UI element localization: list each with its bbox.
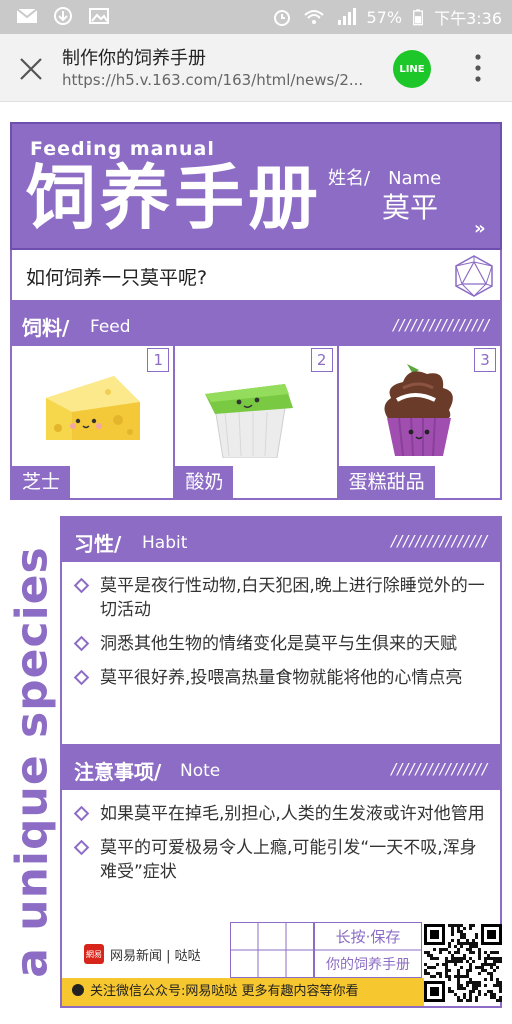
side-slogan-text: a unique species <box>6 546 58 978</box>
feed-item-yogurt: 2 酸奶 <box>175 346 339 498</box>
feed-item-number: 1 <box>147 348 170 372</box>
list-item: 莫平很好养,投喂高热量食物就能将他的心情点亮 <box>72 666 492 690</box>
feed-item-number: 2 <box>310 348 333 372</box>
side-slogan: a unique species <box>6 518 58 1006</box>
battery-percent: 57% <box>366 7 403 27</box>
wechat-icon <box>72 984 84 996</box>
list-item: 莫平是夜行性动物,白天犯困,晚上进行除睡觉外的一切活动 <box>72 574 492 622</box>
battery-icon <box>413 9 423 26</box>
note-title-en: Note <box>180 761 221 781</box>
habit-section-header: 习性/ Habit //////////////// <box>62 518 500 562</box>
note-list: 如果莫平在掉毛,别担心,人类的生发液或许对他管用 莫平的可爱极易令人上瘾,可能引… <box>72 802 492 894</box>
more-menu-icon[interactable] <box>468 52 488 84</box>
feed-item-cupcake: 3 蛋糕甜品 <box>338 346 500 498</box>
list-item-text: 如果莫平在掉毛,别担心,人类的生发液或许对他管用 <box>100 804 485 824</box>
cheese-icon <box>46 376 140 440</box>
habit-decoration: //////////////// <box>391 532 488 550</box>
diamond-bullet-icon <box>73 577 90 594</box>
list-item-text: 莫平是夜行性动物,白天犯困,晚上进行除睡觉外的一切活动 <box>100 576 485 620</box>
feed-items: 1 芝士 2 酸奶 3 蛋糕甜品 <box>10 346 502 500</box>
chevron-right-icon: » <box>474 218 485 239</box>
mail-icon <box>16 8 38 23</box>
note-section-header: 注意事项/ Note //////////////// <box>62 746 500 790</box>
diamond-bullet-icon <box>73 839 90 856</box>
habit-section: 习性/ Habit //////////////// 莫平是夜行性动物,白天犯困… <box>60 516 502 746</box>
status-bar: 57% 下午3:36 <box>0 0 512 34</box>
page-url[interactable]: https://h5.v.163.com/163/html/news/2... <box>62 71 382 89</box>
feed-decoration: //////////////// <box>393 316 490 334</box>
browser-toolbar: 制作你的饲养手册 https://h5.v.163.com/163/html/n… <box>0 34 512 102</box>
question-row: 如何饲养一只莫平呢? <box>10 250 502 302</box>
polyhedron-icon <box>455 255 493 297</box>
feed-item-label: 酸奶 <box>175 466 234 498</box>
name-label-cn: 姓名/ <box>328 168 371 189</box>
diamond-bullet-icon <box>73 805 90 822</box>
list-item: 洞悉其他生物的情绪变化是莫平与生俱来的天赋 <box>72 632 492 656</box>
note-title: 注意事项/ <box>74 760 162 784</box>
follow-text: 关注微信公众号:网易哒哒 更多有趣内容等你看 <box>90 984 359 999</box>
header-cn-title: 饲养手册 <box>26 157 322 239</box>
feed-item-cheese: 1 芝士 <box>12 346 176 498</box>
feed-item-label: 蛋糕甜品 <box>338 466 435 498</box>
feed-title: 饲料/ <box>22 316 70 340</box>
notification-icons <box>16 6 110 26</box>
note-decoration: //////////////// <box>391 760 488 778</box>
follow-banner[interactable]: 关注微信公众号:网易哒哒 更多有趣内容等你看 <box>62 978 424 1006</box>
page-title: 制作你的饲养手册 <box>62 48 206 69</box>
list-item-text: 洞悉其他生物的情绪变化是莫平与生俱来的天赋 <box>100 634 457 654</box>
diamond-bullet-icon <box>73 635 90 652</box>
save-prompt: 长按·保存 你的饲养手册 <box>314 922 422 978</box>
yogurt-icon <box>205 384 294 458</box>
habit-title: 习性/ <box>74 532 122 556</box>
feed-section-header: 饲料/ Feed //////////////// <box>10 302 502 346</box>
feed-title-en: Feed <box>90 317 131 337</box>
habit-list: 莫平是夜行性动物,白天犯困,晚上进行除睡觉外的一切活动 洞悉其他生物的情绪变化是… <box>72 574 492 700</box>
feed-item-number: 3 <box>473 348 496 372</box>
list-item-text: 莫平的可爱极易令人上瘾,可能引发“一天不吸,浑身难受”症状 <box>100 838 477 882</box>
cupcake-icon <box>384 364 453 457</box>
habit-title-en: Habit <box>142 533 188 553</box>
manual-footer: 網易 网易新闻 | 哒哒 长按·保存 你的饲养手册 关注微信公众号:网易哒哒 更… <box>60 922 502 1008</box>
list-item: 如果莫平在掉毛,别担心,人类的生发液或许对他管用 <box>72 802 492 826</box>
list-item-text: 莫平很好养,投喂高热量食物就能将他的心情点亮 <box>100 668 463 688</box>
name-value: 莫平 <box>382 191 439 224</box>
wifi-icon <box>303 10 324 24</box>
question-text: 如何饲养一只莫平呢? <box>26 267 208 289</box>
image-icon <box>89 8 109 24</box>
close-icon[interactable] <box>18 56 44 82</box>
download-icon <box>54 7 72 25</box>
manual-header: Feeding manual 饲养手册 姓名/Name 莫平 » <box>10 122 502 250</box>
grid-decoration <box>230 922 314 978</box>
save-label: 长按·保存 <box>335 928 401 946</box>
brand-logo: 網易 网易新闻 | 哒哒 <box>84 944 201 964</box>
note-section: 注意事项/ Note //////////////// 如果莫平在掉毛,别担心,… <box>60 746 502 924</box>
feeding-manual-card: Feeding manual 饲养手册 姓名/Name 莫平 » 如何饲养一只莫… <box>7 122 502 1008</box>
brand-text: 网易新闻 | 哒哒 <box>110 948 201 964</box>
clock: 下午3:36 <box>434 9 502 28</box>
netease-logo-icon: 網易 <box>84 944 104 964</box>
line-share-button[interactable]: LINE <box>393 50 431 88</box>
alarm-icon <box>273 10 290 26</box>
system-status: 57% 下午3:36 <box>271 5 502 29</box>
list-item: 莫平的可爱极易令人上瘾,可能引发“一天不吸,浑身难受”症状 <box>72 836 492 884</box>
signal-icon <box>337 8 356 25</box>
save-sub-label: 你的饲养手册 <box>326 957 410 973</box>
feed-item-label: 芝士 <box>12 466 71 498</box>
diamond-bullet-icon <box>73 669 90 686</box>
qr-code[interactable] <box>424 924 502 1002</box>
